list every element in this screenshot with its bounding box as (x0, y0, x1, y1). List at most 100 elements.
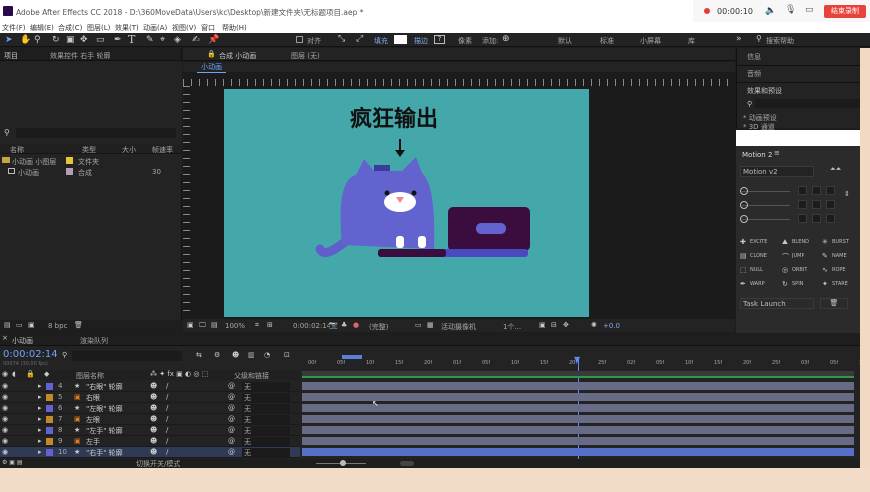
zoom-select[interactable]: 100% (225, 322, 245, 330)
align-icon[interactable]: ⤢ (356, 34, 363, 44)
stare-icon[interactable]: ✦ (822, 280, 828, 288)
stroke-label[interactable]: 描边 (414, 36, 428, 46)
anchor-br[interactable] (826, 214, 835, 223)
exposure-value[interactable]: +0.0 (603, 322, 620, 330)
timeline-search-input[interactable] (72, 351, 182, 361)
layer-row[interactable]: ◉ ▸ 9 ▣ 左手 ☻ / @ 无 (0, 436, 300, 447)
eye-icon[interactable]: ◉ (2, 382, 8, 390)
slider-knob-1[interactable] (740, 187, 748, 195)
menu-composition[interactable]: 合成(C) (58, 23, 82, 33)
interpret-footage-icon[interactable]: ▤ (4, 321, 11, 329)
text-tool-icon[interactable]: T (128, 33, 135, 46)
eye-icon[interactable]: ◉ (2, 393, 8, 401)
end-recording-button[interactable]: 结束录制 (824, 5, 866, 18)
workspace-default[interactable]: 默认 (558, 36, 572, 46)
fill-label[interactable]: 填充 (374, 36, 388, 46)
parent-pickwhip-icon[interactable]: @ (228, 382, 235, 390)
eye-icon[interactable]: ◉ (2, 404, 8, 412)
col-size[interactable]: 大小 (122, 145, 136, 155)
spin-icon[interactable]: ↻ (782, 280, 788, 288)
roi-icon[interactable]: ▭ (415, 321, 422, 329)
stroke-swatch[interactable]: ? (434, 35, 445, 44)
jump-icon[interactable]: ⌒ (782, 252, 789, 262)
camera-tool-icon[interactable]: ▣ (66, 35, 75, 45)
expand-arrow-icon[interactable]: ▸ (38, 415, 42, 423)
quality-switch-icon[interactable]: / (166, 393, 168, 401)
blend-icon[interactable]: ⛰ (782, 238, 788, 247)
tab-effect-controls[interactable]: 效果控件 右手 轮廓 (50, 51, 110, 61)
timeline-scrollbar[interactable] (400, 461, 414, 466)
excite-button[interactable]: EXCITE (750, 239, 767, 245)
workspace-small-screen[interactable]: 小屏幕 (640, 36, 661, 46)
show-snapshot-icon[interactable]: ♣ (341, 321, 347, 329)
flowchart-icon[interactable]: ⊟ (551, 321, 557, 329)
eye-icon[interactable]: ◉ (2, 448, 8, 456)
col-type[interactable]: 类型 (82, 145, 96, 155)
eye-icon[interactable]: ◉ (2, 415, 8, 423)
layer-duration-bar[interactable] (302, 393, 854, 401)
warp-button[interactable]: WARP (750, 281, 765, 287)
layer-duration-bar[interactable] (302, 415, 854, 423)
hand-tool-icon[interactable]: ✋ (20, 35, 31, 45)
footer-icons[interactable]: ⚙ ▣ ▤ (2, 459, 23, 466)
menu-view[interactable]: 视图(V) (172, 23, 196, 33)
selection-tool-icon[interactable]: ➤ (5, 35, 13, 45)
parent-select[interactable]: 无 (242, 415, 290, 425)
expand-arrow-icon[interactable]: ▸ (38, 393, 42, 401)
blend-button[interactable]: BLEND (792, 239, 809, 245)
eye-icon[interactable]: ◉ (2, 426, 8, 434)
search-help-input[interactable]: 搜索帮助 (766, 36, 794, 46)
menu-effect[interactable]: 效果(T) (115, 23, 139, 33)
clone-button[interactable]: CLONE (750, 253, 767, 259)
parent-select[interactable]: 无 (242, 382, 290, 392)
anchor-tr[interactable] (826, 186, 835, 195)
pan-behind-tool-icon[interactable]: ✥ (80, 35, 88, 45)
slider-knob-2[interactable] (740, 201, 748, 209)
expand-arrow-icon[interactable]: ▸ (38, 382, 42, 390)
layer-duration-bar[interactable] (302, 382, 854, 390)
layer-row[interactable]: ◉ ▸ 4 ★ "右眼" 轮廓 ☻ / @ 无 (0, 381, 300, 392)
col-parent[interactable]: 父级和链接 (234, 371, 269, 381)
parent-pickwhip-icon[interactable]: @ (228, 393, 235, 401)
draft3d-icon[interactable]: ▤ (211, 321, 218, 329)
close-tab-icon[interactable]: × (2, 334, 8, 342)
color-channel-icon[interactable]: ● (353, 321, 359, 329)
expand-arrow-icon[interactable]: ▸ (38, 448, 42, 456)
label-swatch[interactable] (46, 405, 53, 412)
label-swatch[interactable] (46, 394, 53, 401)
pin-tool-icon[interactable]: 📌 (208, 35, 219, 45)
workspace-more-icon[interactable]: » (736, 34, 742, 44)
time-indicator-head-icon[interactable]: ▼ (574, 355, 580, 364)
layer-name[interactable]: 左手 (86, 437, 100, 447)
motion-blur-icon[interactable]: ◔ (264, 351, 270, 359)
comp-mini-flowchart-icon[interactable]: ⇆ (196, 351, 202, 359)
workspace-standard[interactable]: 标准 (600, 36, 614, 46)
rotate-tool-icon[interactable]: ↻ (52, 35, 60, 45)
anchor-mr[interactable] (826, 200, 835, 209)
tab-render-queue[interactable]: 渲染队列 (80, 336, 108, 346)
shy-icon[interactable]: ☻ (232, 351, 239, 359)
parent-select[interactable]: 无 (242, 404, 290, 414)
graph-editor-icon[interactable]: ⊡ (284, 351, 290, 359)
shy-switch-icon[interactable]: ☻ (150, 448, 157, 456)
views-select[interactable]: 1个... (503, 322, 521, 332)
rope-button[interactable]: ROPE (832, 267, 846, 273)
eraser-tool-icon[interactable]: ◈ (174, 35, 181, 45)
slider-3[interactable] (742, 219, 790, 220)
anchor-tc[interactable] (812, 186, 821, 195)
zoom-slider-knob[interactable] (340, 460, 346, 466)
bpc-label[interactable]: 8 bpc (48, 322, 67, 330)
exposure-reset-icon[interactable]: ✺ (591, 321, 597, 329)
comp-subtab[interactable]: 小动画 (197, 62, 226, 73)
brush-tool-icon[interactable]: ✎ (146, 35, 154, 45)
snap-options-icon[interactable]: ⤡ (338, 34, 345, 44)
label-swatch[interactable] (46, 427, 53, 434)
layer-row[interactable]: ◉ ▸ 8 ★ "左手" 轮廓 ☻ / @ 无 (0, 425, 300, 436)
quality-switch-icon[interactable]: / (166, 404, 168, 412)
menu-help[interactable]: 帮助(H) (222, 23, 247, 33)
parent-pickwhip-icon[interactable]: @ (228, 404, 235, 412)
null-button[interactable]: NULL (750, 267, 763, 273)
label-swatch[interactable] (46, 438, 53, 445)
name-button[interactable]: NAME (832, 253, 847, 259)
add-icon[interactable]: ⊕ (502, 34, 510, 44)
